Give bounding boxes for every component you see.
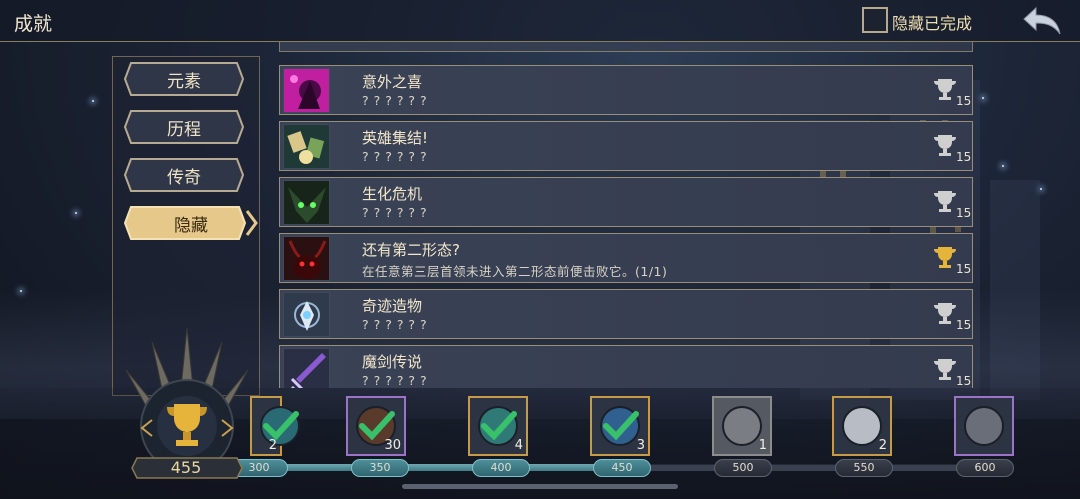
category-tab-elements[interactable]: 元素 <box>123 61 245 97</box>
reward-count: 2 <box>878 438 887 453</box>
achievement-desc: ? ? ? ? ? ? <box>362 373 428 388</box>
achievement-desc: ? ? ? ? ? ? <box>362 205 428 220</box>
trophy-icon <box>934 303 956 324</box>
achievement-row[interactable]: 英雄集结! ? ? ? ? ? ? 15 <box>279 121 973 171</box>
milestone-label: 400 <box>472 459 530 477</box>
achievement-points: 15 <box>956 318 972 332</box>
trophy-icon <box>934 359 956 380</box>
crystal-artifact-icon <box>283 292 330 337</box>
category-label: 历程 <box>167 119 201 140</box>
achievement-points: 15 <box>956 374 972 388</box>
reward-slot[interactable] <box>954 396 1014 456</box>
trophy-icon <box>934 79 956 100</box>
achievement-row[interactable]: 魔剑传说 ? ? ? ? ? ? 15 <box>279 345 973 388</box>
green-monster-icon <box>283 180 330 225</box>
milestone-label: 350 <box>351 459 409 477</box>
hidden-completed-checkbox[interactable] <box>862 7 888 33</box>
achievement-row[interactable]: 生化危机 ? ? ? ? ? ? 15 <box>279 177 973 227</box>
gold-trophy-icon <box>934 247 956 268</box>
reward-count: 1 <box>758 438 767 453</box>
achievement-points: 15 <box>956 94 972 108</box>
total-score: 455 <box>170 458 202 477</box>
horizontal-scrollbar[interactable] <box>402 484 678 489</box>
achievement-desc: ? ? ? ? ? ? <box>362 149 428 164</box>
reward-slot[interactable]: 1 <box>712 396 772 456</box>
milestone-label: 600 <box>956 459 1014 477</box>
achievement-name: 魔剑传说 <box>362 353 423 371</box>
reward-slot[interactable]: 2 <box>832 396 892 456</box>
category-label: 传奇 <box>167 167 201 188</box>
achievement-row-partial <box>279 42 973 52</box>
achievement-name: 生化危机 <box>362 185 423 203</box>
achievement-points: 15 <box>956 262 972 276</box>
reward-slot[interactable]: 30 <box>346 396 406 456</box>
milestone-label: 450 <box>593 459 651 477</box>
reward-slot[interactable]: 3 <box>590 396 650 456</box>
pink-creature-icon <box>283 68 330 113</box>
reward-count: 4 <box>514 438 523 453</box>
achievement-desc: 在任意第三层首领未进入第二形态前便击败它。(1/1) <box>362 264 668 279</box>
achievement-name: 还有第二形态? <box>362 241 460 259</box>
top-bar: 成就 隐藏已完成 <box>0 0 1080 42</box>
trophy-icon <box>934 135 956 156</box>
achievement-row-completed[interactable]: 还有第二形态? 在任意第三层首领未进入第二形态前便击败它。(1/1) 15 <box>279 233 973 283</box>
reward-count: 3 <box>636 438 645 453</box>
reward-count: 30 <box>384 438 401 453</box>
achievement-points: 15 <box>956 206 972 220</box>
achievement-name: 英雄集结! <box>362 129 429 147</box>
reward-count: 2 <box>268 438 277 453</box>
magic-sword-icon <box>283 348 330 388</box>
achievement-desc: ? ? ? ? ? ? <box>362 93 428 108</box>
page-title: 成就 <box>14 13 53 35</box>
knight-card-icon <box>964 406 1004 446</box>
achievement-row[interactable]: 意外之喜 ? ? ? ? ? ? 15 <box>279 65 973 115</box>
back-arrow-icon[interactable] <box>1020 4 1064 38</box>
achievement-name: 意外之喜 <box>362 73 423 91</box>
milestone-label: 500 <box>714 459 772 477</box>
hero-gathering-icon <box>283 124 330 169</box>
category-label: 元素 <box>167 71 201 92</box>
achievement-name: 奇迹造物 <box>362 297 423 315</box>
category-label: 隐藏 <box>174 215 208 236</box>
category-tab-legend[interactable]: 传奇 <box>123 157 245 193</box>
achievement-row[interactable]: 奇迹造物 ? ? ? ? ? ? 15 <box>279 289 973 339</box>
category-tab-hidden[interactable]: 隐藏 <box>123 205 259 241</box>
trophy-icon <box>934 191 956 212</box>
reward-slot[interactable]: 4 <box>468 396 528 456</box>
achievement-desc: ? ? ? ? ? ? <box>362 317 428 332</box>
horned-boss-icon <box>283 236 330 281</box>
achievement-points: 15 <box>956 150 972 164</box>
category-tab-journey[interactable]: 历程 <box>123 109 245 145</box>
progress-fill <box>250 464 635 471</box>
achievement-list[interactable]: 意外之喜 ? ? ? ? ? ? 15 英雄集结! ? ? ? ? ? ? 15… <box>276 42 976 388</box>
milestone-label: 550 <box>835 459 893 477</box>
hidden-completed-label[interactable]: 隐藏已完成 <box>892 10 972 34</box>
